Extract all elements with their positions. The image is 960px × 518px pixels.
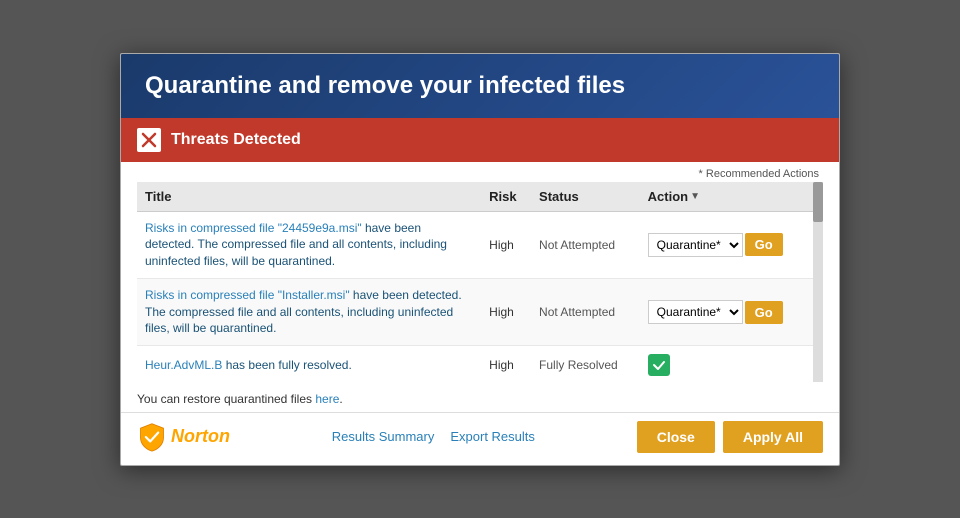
footer-note-post: . xyxy=(339,392,342,406)
resolved-check-icon xyxy=(648,354,670,376)
cell-title: Risks in compressed file "24459e9a.msi" … xyxy=(137,211,481,278)
x-icon xyxy=(137,128,161,152)
close-button[interactable]: Close xyxy=(637,421,715,453)
threat-link[interactable]: Risks in compressed file "24459e9a.msi" xyxy=(145,221,362,235)
cell-status: Not Attempted xyxy=(531,211,640,278)
scrollbar-track[interactable] xyxy=(813,182,823,382)
cell-risk: High xyxy=(481,211,531,278)
col-action: Action ▼ xyxy=(640,182,813,212)
restore-link[interactable]: here xyxy=(315,392,339,406)
col-status: Status xyxy=(531,182,640,212)
table-row: Heur.AdvML.B has been fully resolved.Hig… xyxy=(137,346,813,382)
recommended-note: * Recommended Actions xyxy=(137,162,823,182)
apply-all-button[interactable]: Apply All xyxy=(723,421,823,453)
action-select[interactable]: Quarantine* xyxy=(648,300,743,324)
cell-status: Not Attempted xyxy=(531,278,640,345)
cell-risk: High xyxy=(481,346,531,382)
footer-note-pre: You can restore quarantined files xyxy=(137,392,315,406)
threat-link[interactable]: Heur.AdvML.B xyxy=(145,358,222,372)
threats-banner-text: Threats Detected xyxy=(171,131,301,149)
col-title: Title xyxy=(137,182,481,212)
cell-status: Fully Resolved xyxy=(531,346,640,382)
action-select[interactable]: Quarantine* xyxy=(648,233,743,257)
cell-action xyxy=(640,346,813,382)
threats-table: Title Risk Status Action ▼ xyxy=(137,182,813,382)
cell-title: Risks in compressed file "Installer.msi"… xyxy=(137,278,481,345)
scrollbar-thumb[interactable] xyxy=(813,182,823,222)
results-summary-link[interactable]: Results Summary xyxy=(332,429,435,444)
norton-brand-text: Norton xyxy=(171,426,230,447)
export-results-link[interactable]: Export Results xyxy=(450,429,535,444)
go-button[interactable]: Go xyxy=(745,233,783,256)
dialog-title: Quarantine and remove your infected file… xyxy=(145,72,815,100)
table-scroll: Title Risk Status Action ▼ xyxy=(137,182,813,382)
dialog-header: Quarantine and remove your infected file… xyxy=(121,54,839,118)
threat-link[interactable]: Risks in compressed file "Installer.msi" xyxy=(145,288,350,302)
footer-links: Results Summary Export Results xyxy=(332,429,535,444)
footer-buttons: Close Apply All xyxy=(637,421,823,453)
cell-action: Quarantine*Go xyxy=(640,278,813,345)
table-container: * Recommended Actions Title Risk Status … xyxy=(121,162,839,382)
dialog-footer: Norton Results Summary Export Results Cl… xyxy=(121,412,839,465)
main-dialog: Quarantine and remove your infected file… xyxy=(120,53,840,466)
cell-risk: High xyxy=(481,278,531,345)
norton-logo: Norton xyxy=(137,422,230,452)
go-button[interactable]: Go xyxy=(745,301,783,324)
scrollbar-area: Title Risk Status Action ▼ xyxy=(137,182,823,382)
action-sort-icon: ▼ xyxy=(690,191,700,202)
cell-action: Quarantine*Go xyxy=(640,211,813,278)
cell-title: Heur.AdvML.B has been fully resolved. xyxy=(137,346,481,382)
threats-banner: Threats Detected xyxy=(121,118,839,162)
col-risk: Risk xyxy=(481,182,531,212)
footer-note: You can restore quarantined files here. xyxy=(121,382,839,412)
norton-shield-icon xyxy=(137,422,167,452)
table-row: Risks in compressed file "24459e9a.msi" … xyxy=(137,211,813,278)
table-row: Risks in compressed file "Installer.msi"… xyxy=(137,278,813,345)
